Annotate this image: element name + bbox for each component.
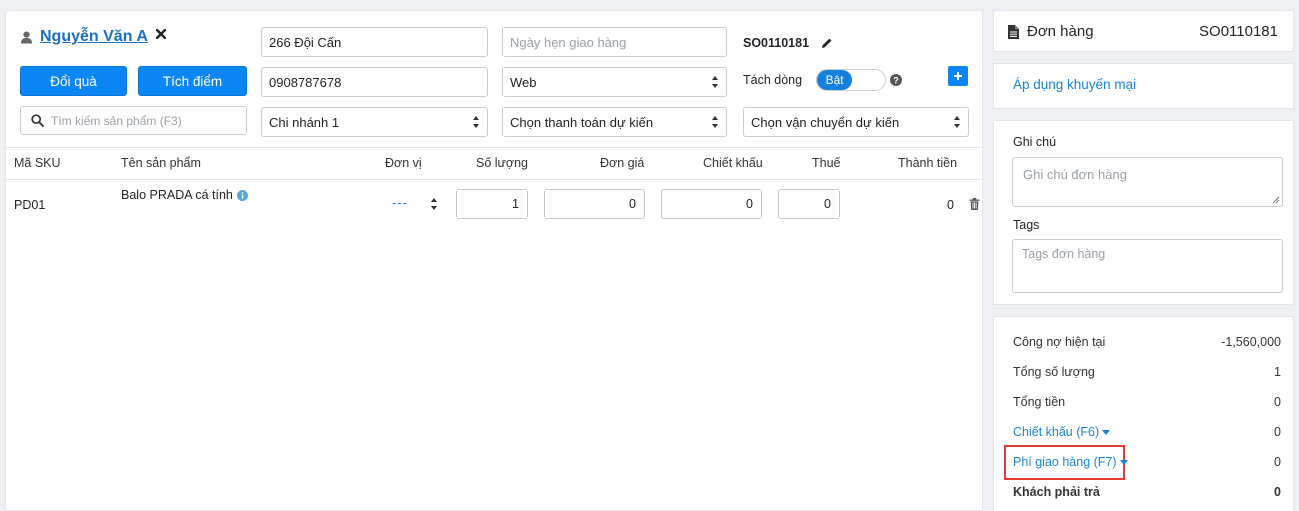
customer-header: Nguyễn Văn A <box>21 28 166 46</box>
phone-value: 0908787678 <box>269 74 342 90</box>
note-placeholder: Ghi chú đơn hàng <box>1023 167 1127 182</box>
remove-customer-icon[interactable] <box>155 29 166 39</box>
order-code-row: SO0110181 <box>743 36 833 50</box>
address-value: 266 Đội Cấn <box>269 34 342 50</box>
select-arrows-icon <box>954 115 961 129</box>
search-icon <box>31 114 44 127</box>
col-discount: Chiết khấu <box>703 156 763 170</box>
order-code: SO0110181 <box>743 36 810 50</box>
customer-name-link[interactable]: Nguyễn Văn A <box>40 28 148 46</box>
col-price: Đơn giá <box>600 156 645 170</box>
shipping-fee-value: 0 <box>1274 455 1281 469</box>
row-total: 0 <box>947 198 954 212</box>
discount-input[interactable]: 0 <box>661 189 762 219</box>
promotion-card: Áp dụng khuyến mại <box>993 63 1294 109</box>
select-arrows-icon <box>712 75 719 89</box>
search-placeholder: Tìm kiếm sản phẩm (F3) <box>51 113 182 128</box>
order-code-sidebar: SO0110181 <box>1199 23 1278 40</box>
unit-select[interactable]: --- <box>392 195 408 210</box>
add-button[interactable] <box>948 66 968 86</box>
split-lines-label: Tách dòng <box>743 73 803 87</box>
resize-grip-icon[interactable] <box>1272 196 1280 204</box>
select-arrows-icon <box>473 115 480 129</box>
delivery-date-placeholder: Ngày hẹn giao hàng <box>510 34 627 50</box>
notes-card: Ghi chú Ghi chú đơn hàng Tags Tags đơn h… <box>993 120 1294 305</box>
tags-input[interactable]: Tags đơn hàng <box>1012 239 1283 293</box>
col-sku: Mã SKU <box>14 156 61 170</box>
info-icon[interactable] <box>236 189 248 201</box>
order-editor-panel: Nguyễn Văn A Đổi quà Tích điểm Tìm kiếm … <box>5 10 983 511</box>
user-icon <box>21 31 32 43</box>
branch-select[interactable]: Chi nhánh 1 <box>261 107 488 137</box>
branch-value: Chi nhánh 1 <box>269 114 340 130</box>
caret-down-icon <box>1119 460 1128 466</box>
tags-placeholder: Tags đơn hàng <box>1022 247 1106 261</box>
order-discount-value: 0 <box>1274 425 1281 439</box>
table-header-divider <box>6 179 982 180</box>
shipping-fee-dropdown[interactable]: Phí giao hàng (F7) <box>1013 455 1128 469</box>
document-icon <box>1008 25 1019 39</box>
phone-field[interactable]: 0908787678 <box>261 67 488 97</box>
total-quantity-label: Tổng số lượng <box>1013 365 1095 379</box>
current-debt-value: -1,560,000 <box>1221 335 1281 349</box>
col-tax: Thuế <box>812 156 841 170</box>
help-icon[interactable]: ? <box>890 74 903 86</box>
row-sku: PD01 <box>14 198 46 212</box>
plus-icon <box>954 72 962 80</box>
pencil-icon[interactable] <box>821 37 833 49</box>
customer-payable-value: 0 <box>1274 485 1281 499</box>
order-discount-label: Chiết khấu (F6) <box>1013 425 1100 439</box>
product-search-input[interactable]: Tìm kiếm sản phẩm (F3) <box>20 106 247 135</box>
select-arrows-icon <box>712 115 719 129</box>
order-discount-dropdown[interactable]: Chiết khấu (F6) <box>1013 425 1111 439</box>
split-lines-row: Tách dòng Bật ? <box>743 69 903 91</box>
product-name-text: Balo PRADA cá tính <box>121 188 233 202</box>
tags-label: Tags <box>1013 218 1040 232</box>
earn-points-button[interactable]: Tích điểm <box>138 66 247 96</box>
col-unit: Đơn vị <box>385 156 422 170</box>
redeem-gift-button[interactable]: Đổi quà <box>20 66 127 96</box>
col-name: Tên sản phẩm <box>121 156 201 170</box>
trash-icon[interactable] <box>969 198 980 210</box>
col-total: Thành tiền <box>898 156 958 170</box>
shipping-value: Chọn vận chuyển dự kiến <box>751 114 900 130</box>
note-label: Ghi chú <box>1013 135 1057 149</box>
order-header-card: Đơn hàng SO0110181 <box>993 10 1294 52</box>
shipping-method-select[interactable]: Chọn vận chuyển dự kiến <box>743 107 969 137</box>
current-debt-label: Công nợ hiện tại <box>1013 335 1106 349</box>
payment-value: Chọn thanh toán dự kiến <box>510 114 654 130</box>
price-input[interactable]: 0 <box>544 189 645 219</box>
table-top-divider <box>6 147 982 148</box>
source-value: Web <box>510 74 537 90</box>
payment-method-select[interactable]: Chọn thanh toán dự kiến <box>502 107 727 137</box>
total-amount-value: 0 <box>1274 395 1281 409</box>
customer-payable-label: Khách phải trả <box>1013 485 1100 499</box>
caret-down-icon <box>1102 430 1111 436</box>
total-quantity-value: 1 <box>1274 365 1281 379</box>
tax-input[interactable]: 0 <box>778 189 840 219</box>
delivery-date-field[interactable]: Ngày hẹn giao hàng <box>502 27 727 57</box>
address-field[interactable]: 266 Đội Cấn <box>261 27 488 57</box>
col-qty: Số lượng <box>476 156 529 170</box>
svg-text:?: ? <box>893 75 899 85</box>
note-textarea[interactable]: Ghi chú đơn hàng <box>1012 157 1283 207</box>
shipping-fee-label: Phí giao hàng (F7) <box>1013 455 1117 469</box>
split-lines-toggle[interactable]: Bật <box>816 69 887 91</box>
unit-select-arrows-icon[interactable] <box>431 197 438 211</box>
row-product-name: Balo PRADA cá tính <box>121 188 248 202</box>
qty-input[interactable]: 1 <box>456 189 528 219</box>
total-amount-label: Tổng tiền <box>1013 395 1066 409</box>
order-title: Đơn hàng <box>1027 23 1094 40</box>
toggle-on-label: Bật <box>817 70 853 90</box>
apply-promotion-link[interactable]: Áp dụng khuyến mại <box>1013 77 1136 92</box>
summary-card: Công nợ hiện tại -1,560,000 Tổng số lượn… <box>993 316 1294 511</box>
source-select[interactable]: Web <box>502 67 727 97</box>
